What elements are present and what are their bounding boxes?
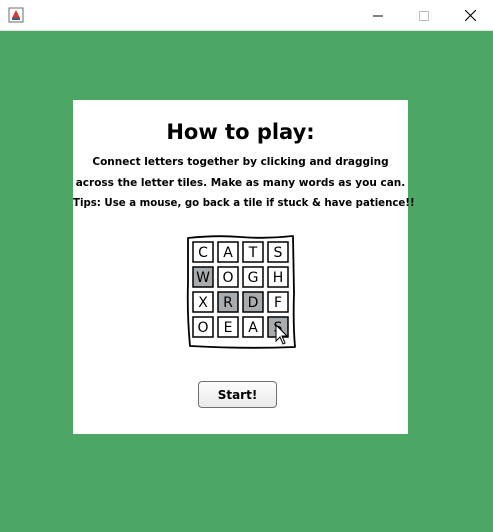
tile-letter: G: [248, 270, 259, 286]
letter-tile: H: [267, 266, 289, 288]
close-icon: [464, 10, 476, 21]
letter-tile: A: [242, 316, 264, 338]
letter-tile: G: [242, 266, 264, 288]
instructions-line-1: Connect letters together by clicking and…: [92, 156, 389, 168]
tile-letter: A: [223, 245, 233, 261]
tile-letter: O: [197, 320, 208, 336]
window-titlebar[interactable]: [0, 0, 493, 31]
letter-tile: S: [267, 241, 289, 263]
java-app-icon: [8, 7, 24, 23]
minimize-icon: [373, 15, 383, 16]
letter-tile: R: [217, 291, 239, 313]
game-background: How to play: Connect letters together by…: [0, 31, 493, 532]
tile-letter: C: [198, 245, 208, 261]
tile-letter: F: [274, 295, 282, 311]
instructions-panel: How to play: Connect letters together by…: [73, 100, 415, 434]
tile-letter: A: [248, 320, 258, 336]
maximize-button[interactable]: [401, 0, 447, 31]
instructions-tips: Tips: Use a mouse, go back a tile if stu…: [73, 198, 415, 209]
tile-letter: X: [198, 295, 208, 311]
maximize-icon: [419, 10, 429, 21]
letter-tile: T: [242, 241, 264, 263]
letter-tile: X: [192, 291, 214, 313]
minimize-button[interactable]: [355, 0, 401, 31]
tile-letter: E: [224, 320, 233, 336]
tile-letter: O: [222, 270, 233, 286]
instructions-title: How to play:: [166, 120, 315, 144]
letter-tile: C: [192, 241, 214, 263]
letter-tile: O: [217, 266, 239, 288]
instructions-line-2: across the letter tiles. Make as many wo…: [75, 177, 406, 189]
tile-letter: W: [196, 270, 210, 286]
tile-letter: D: [248, 295, 259, 311]
tile-letter: T: [248, 245, 258, 261]
tile-letter: S: [274, 245, 283, 261]
letter-tile: F: [267, 291, 289, 313]
letter-tile: O: [192, 316, 214, 338]
letter-tile: E: [217, 316, 239, 338]
letter-tile: D: [242, 291, 264, 313]
letter-tile: A: [217, 241, 239, 263]
letter-grid-illustration: CATSWOGHXRDFOEAS: [186, 235, 296, 349]
tile-letter: H: [273, 270, 284, 286]
letter-tile: W: [192, 266, 214, 288]
tile-letter: R: [223, 295, 233, 311]
start-button[interactable]: Start!: [198, 381, 277, 408]
close-button[interactable]: [447, 0, 493, 31]
